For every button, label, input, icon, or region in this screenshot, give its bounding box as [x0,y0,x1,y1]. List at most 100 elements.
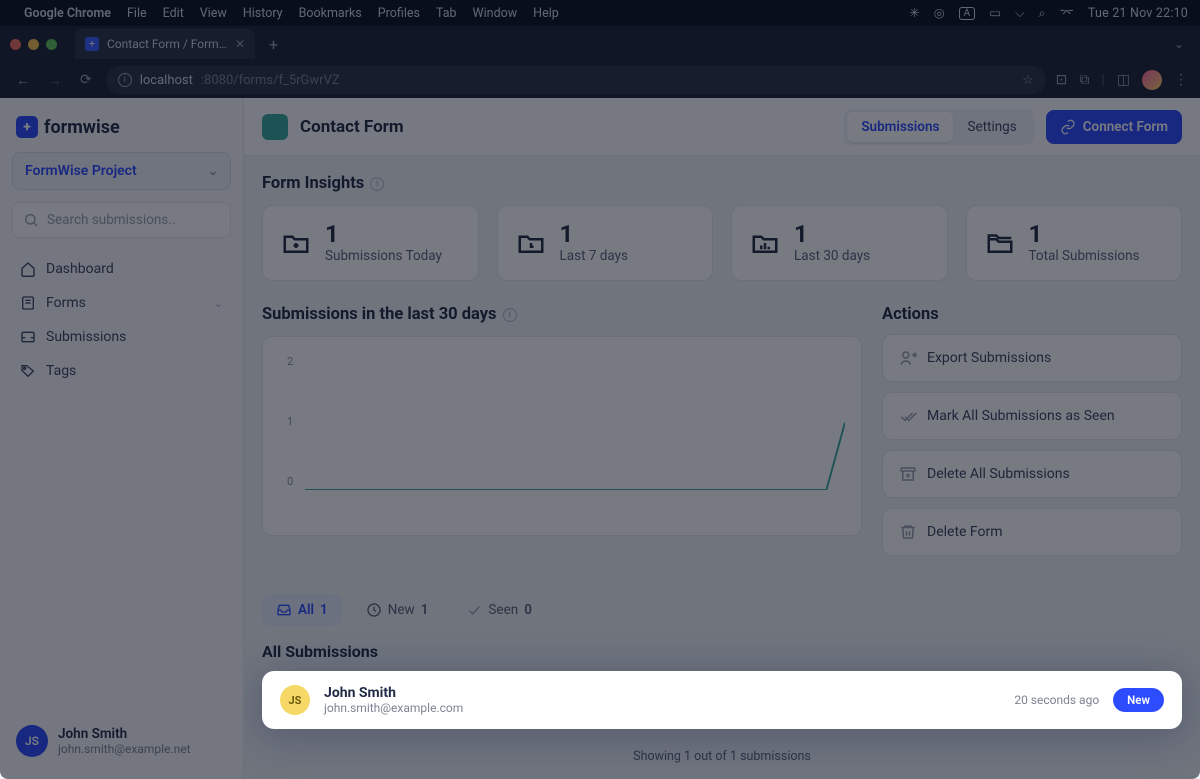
menu-profiles[interactable]: Profiles [378,6,420,21]
action-label: Mark All Submissions as Seen [927,408,1115,424]
menu-edit[interactable]: Edit [163,6,184,21]
folder-chart-icon [750,228,780,258]
metric-total: 1 Total Submissions [966,205,1183,281]
close-tab-icon[interactable]: ✕ [235,37,245,51]
bluetooth-icon[interactable]: ✳︎ [909,5,919,21]
menu-file[interactable]: File [127,6,147,21]
project-selector[interactable]: FormWise Project ⌄ [12,152,231,190]
nav-submissions[interactable]: Submissions [12,320,231,354]
tab-title: Contact Form / Forms / FormW… [107,37,227,51]
camera-icon[interactable]: ⊡ [1056,72,1068,88]
kebab-menu-icon[interactable]: ⋮ [1174,72,1188,88]
insights-title: Form Insights [262,174,364,193]
chevron-down-icon: ⌄ [208,164,218,178]
y-tick-1: 1 [287,415,293,428]
close-window-icon[interactable] [10,39,21,50]
submission-avatar: JS [280,685,310,715]
connect-form-label: Connect Form [1083,119,1168,135]
metric-value: 1 [1029,222,1140,246]
reload-button[interactable]: ⟳ [76,68,96,92]
clock[interactable]: Tue 21 Nov 22:10 [1088,6,1188,21]
menu-tab[interactable]: Tab [436,6,457,21]
action-delete-form[interactable]: Delete Form [882,508,1182,556]
action-delete-all[interactable]: Delete All Submissions [882,450,1182,498]
metric-value: 1 [560,222,629,246]
menu-window[interactable]: Window [473,6,518,21]
info-icon[interactable]: i [370,177,384,191]
bookmark-icon[interactable]: ☆ [1022,73,1034,88]
action-label: Delete Form [927,524,1003,540]
pagination-summary: Showing 1 out of 1 submissions [262,749,1182,764]
info-icon[interactable]: i [503,308,517,322]
metric-label: Total Submissions [1029,248,1140,264]
trash-icon [899,523,917,541]
sidebar: + formwise FormWise Project ⌄ Search sub… [0,98,244,779]
metric-label: Last 30 days [794,248,870,264]
filter-count: 1 [421,602,429,618]
menu-view[interactable]: View [200,6,227,21]
profile-avatar-icon[interactable] [1142,70,1162,90]
chevron-down-icon: ⌄ [214,297,223,310]
action-mark-seen[interactable]: Mark All Submissions as Seen [882,392,1182,440]
menu-bookmarks[interactable]: Bookmarks [299,6,362,21]
form-color-swatch [262,114,288,140]
metric-label: Submissions Today [325,248,442,264]
nav-dashboard[interactable]: Dashboard [12,252,231,286]
nav-dashboard-label: Dashboard [46,261,114,277]
chart-heading: Submissions in the last 30 days i [262,305,862,324]
extensions-icon[interactable]: ⧉ [1079,72,1089,88]
filter-new[interactable]: New 1 [352,594,443,626]
folder-clock-icon [516,228,546,258]
nav-forms[interactable]: Forms ⌄ [12,286,231,320]
nav-tags-label: Tags [46,363,76,379]
page-title: Contact Form [300,117,404,137]
search-placeholder: Search submissions.. [47,212,175,228]
filter-all[interactable]: All 1 [262,594,342,626]
battery-icon[interactable]: ▭ [989,5,1001,21]
header-tabs: Submissions Settings [844,109,1033,145]
nav-forms-label: Forms [46,295,86,311]
page-header: Contact Form Submissions Settings Connec… [244,98,1200,156]
folder-stack-icon [985,228,1015,258]
submission-name: John Smith [324,685,463,701]
language-badge[interactable]: A [959,7,976,20]
spotlight-icon[interactable]: ⌕ [1038,6,1045,21]
submission-email: john.smith@example.com [324,701,463,715]
metric-value: 1 [794,222,870,246]
user-name: John Smith [58,726,191,742]
site-info-icon[interactable]: i [118,73,132,87]
control-center-icon[interactable]: ⌤ [1060,5,1074,21]
folder-plus-icon [281,228,311,258]
nav-tags[interactable]: Tags [12,354,231,388]
action-label: Delete All Submissions [927,466,1070,482]
submission-row[interactable]: JS John Smith john.smith@example.com 20 … [262,671,1182,729]
window-controls[interactable] [10,39,57,50]
address-bar[interactable]: i localhost:8080/forms/f_5rGwrVZ ☆ [106,66,1046,94]
metric-label: Last 7 days [560,248,629,264]
wifi-icon[interactable]: ⌵ [1015,6,1024,21]
browser-chrome: + Contact Form / Forms / FormW… ✕ + ⌄ ← … [0,26,1200,98]
user-account-icon[interactable]: ◎ [934,5,945,21]
side-panel-icon[interactable]: ◫ [1117,72,1130,88]
new-tab-button[interactable]: + [263,35,284,54]
tab-list-button[interactable]: ⌄ [1168,37,1190,51]
menubar-app-name[interactable]: Google Chrome [24,6,111,21]
search-icon [23,212,39,228]
sidebar-user-chip[interactable]: JS John Smith john.smith@example.net [12,717,231,765]
tab-submissions[interactable]: Submissions [847,112,953,142]
minimize-window-icon[interactable] [28,39,39,50]
menu-help[interactable]: Help [533,6,559,21]
tab-settings[interactable]: Settings [953,112,1030,142]
browser-tab[interactable]: + Contact Form / Forms / FormW… ✕ [75,29,255,59]
app-root: + formwise FormWise Project ⌄ Search sub… [0,98,1200,779]
menu-history[interactable]: History [243,6,283,21]
connect-form-button[interactable]: Connect Form [1046,110,1182,144]
maximize-window-icon[interactable] [46,39,57,50]
forward-button[interactable]: → [44,68,66,93]
back-button[interactable]: ← [12,68,34,93]
search-input[interactable]: Search submissions.. [12,202,231,238]
filter-seen[interactable]: Seen 0 [452,594,546,626]
tag-icon [20,363,36,379]
app-logo[interactable]: + formwise [16,116,227,138]
action-export[interactable]: Export Submissions [882,334,1182,382]
